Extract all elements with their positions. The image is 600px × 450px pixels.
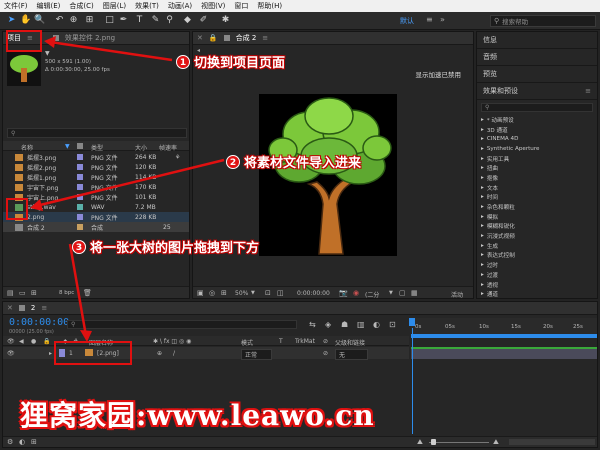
annotation-arrows [30,36,225,342]
annotation-2: 2 将素材文件导入进来 [226,152,361,171]
arrow-3-head [80,330,92,342]
annotation-3-number: 3 [72,239,86,254]
annotation-1-number: 1 [176,54,190,69]
annotation-3: 3 将一张大树的图片拖拽到下方 [72,237,259,256]
annotation-2-number: 2 [226,154,240,169]
watermark: 狸窝家园:www.leawo.cn [20,399,375,432]
annotation-3-text: 将一张大树的图片拖拽到下方 [90,241,260,256]
arrow-1-head [44,36,56,48]
arrow-2 [35,158,225,208]
arrow-1 [49,40,173,62]
annotation-1-text: 切换到项目页面 [194,56,286,71]
arrow-2-head [30,199,43,211]
annotation-2-text: 将素材文件导入进来 [244,156,362,171]
arrow-3 [68,243,88,337]
annotation-1: 1 切换到项目页面 [176,52,285,71]
